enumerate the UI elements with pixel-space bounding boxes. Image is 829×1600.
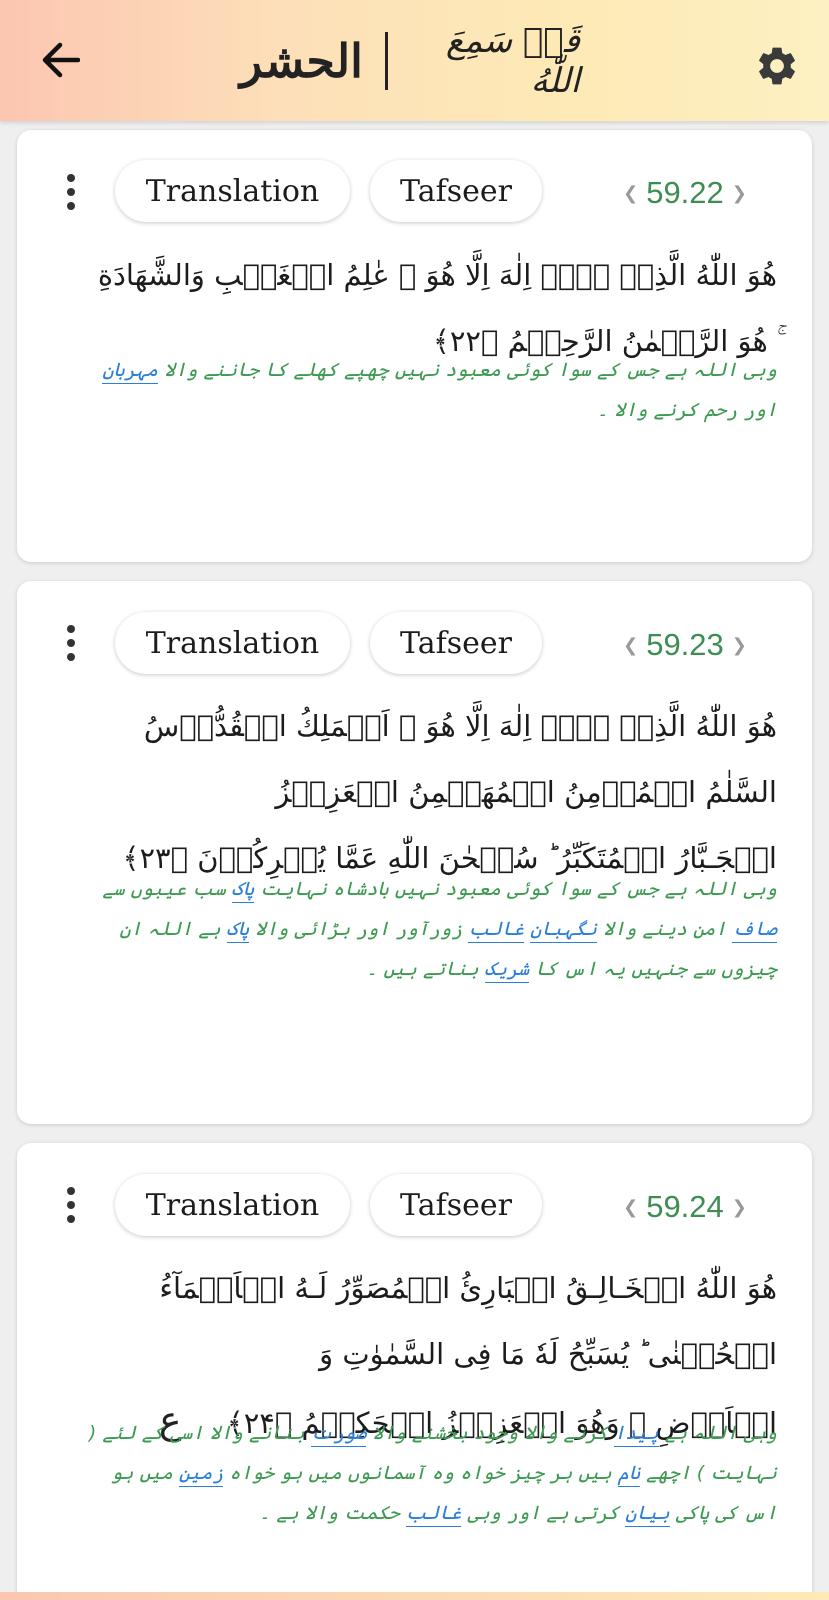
word-link[interactable]: نام: [617, 1462, 641, 1487]
ayah-card: Translation Tafseer ❮ 59.23 ❯ هُوَ اللّٰ…: [17, 581, 812, 1124]
word-link[interactable]: نگہبان: [530, 918, 597, 943]
arrow-left-icon: [42, 42, 80, 78]
ayah-card: Translation Tafseer ❮ 59.22 ❯ هُوَ اللّٰ…: [17, 130, 812, 562]
ayah-menu-button[interactable]: [59, 621, 83, 665]
word-link[interactable]: مہربان: [102, 359, 159, 384]
surah-title: الحشر: [240, 34, 363, 88]
juz-title: قَدۡ سَمِعَ اللّٰهُ: [445, 21, 580, 101]
ayah-card: Translation Tafseer ❮ 59.24 ❯ هُوَ اللّٰ…: [17, 1143, 812, 1600]
word-link[interactable]: پاک: [226, 918, 249, 943]
ayah-menu-button[interactable]: [59, 170, 83, 214]
word-link[interactable]: بیان: [625, 1502, 670, 1527]
back-button[interactable]: [30, 30, 90, 90]
translation-button[interactable]: Translation: [115, 1174, 350, 1236]
word-link[interactable]: غالب: [468, 918, 525, 943]
more-vert-icon: [67, 625, 75, 633]
ayah-number: ❮ 59.23 ❯: [623, 627, 747, 662]
ayah-menu-button[interactable]: [59, 1183, 83, 1227]
translation-button[interactable]: Translation: [115, 612, 350, 674]
word-link[interactable]: پیدا: [614, 1422, 659, 1447]
ornament-left-icon: ❮: [623, 1196, 639, 1218]
tafseer-button[interactable]: Tafseer: [370, 612, 542, 674]
word-link[interactable]: پاک: [231, 878, 255, 903]
ornament-left-icon: ❮: [623, 182, 639, 204]
translation-button[interactable]: Translation: [115, 160, 350, 222]
bottom-bar-edge: [0, 1592, 829, 1600]
word-link[interactable]: صورت: [310, 1422, 367, 1447]
word-link[interactable]: شریک: [484, 958, 530, 983]
tafseer-button[interactable]: Tafseer: [370, 160, 542, 222]
urdu-translation: وہی اللہ ہے پیدا کرنے والا وجود بخشنے وا…: [77, 1413, 777, 1533]
arabic-text: هُوَ اللّٰهُ الَّذِىۡ لَاۤ اِلٰهَ اِلَّا…: [122, 709, 777, 875]
tafseer-button[interactable]: Tafseer: [370, 1174, 542, 1236]
ayah-number: ❮ 59.22 ❯: [623, 175, 747, 210]
word-link[interactable]: غالب: [405, 1502, 462, 1527]
page-title: قَدۡ سَمِعَ اللّٰهُ الحشر: [240, 16, 580, 106]
ornament-left-icon: ❮: [623, 634, 639, 656]
ornament-right-icon: ❯: [731, 1196, 747, 1218]
word-link[interactable]: زمین: [178, 1462, 224, 1487]
title-divider: [384, 32, 388, 90]
urdu-translation: وہی اللہ ہے جس کے سوا کوئی معبود نہیں چھ…: [102, 359, 777, 421]
settings-button[interactable]: [747, 36, 807, 96]
more-vert-icon: [67, 1187, 75, 1195]
ayah-number: ❮ 59.24 ❯: [623, 1189, 747, 1224]
urdu-translation: وہی اللہ ہے جس کے سوا کوئی معبود نہیں با…: [77, 869, 777, 989]
app-header: قَدۡ سَمِعَ اللّٰهُ الحشر: [0, 0, 829, 121]
ornament-right-icon: ❯: [731, 182, 747, 204]
word-link[interactable]: صاف: [732, 918, 777, 943]
ornament-right-icon: ❯: [731, 634, 747, 656]
gear-icon: [759, 47, 795, 85]
more-vert-icon: [67, 174, 75, 182]
